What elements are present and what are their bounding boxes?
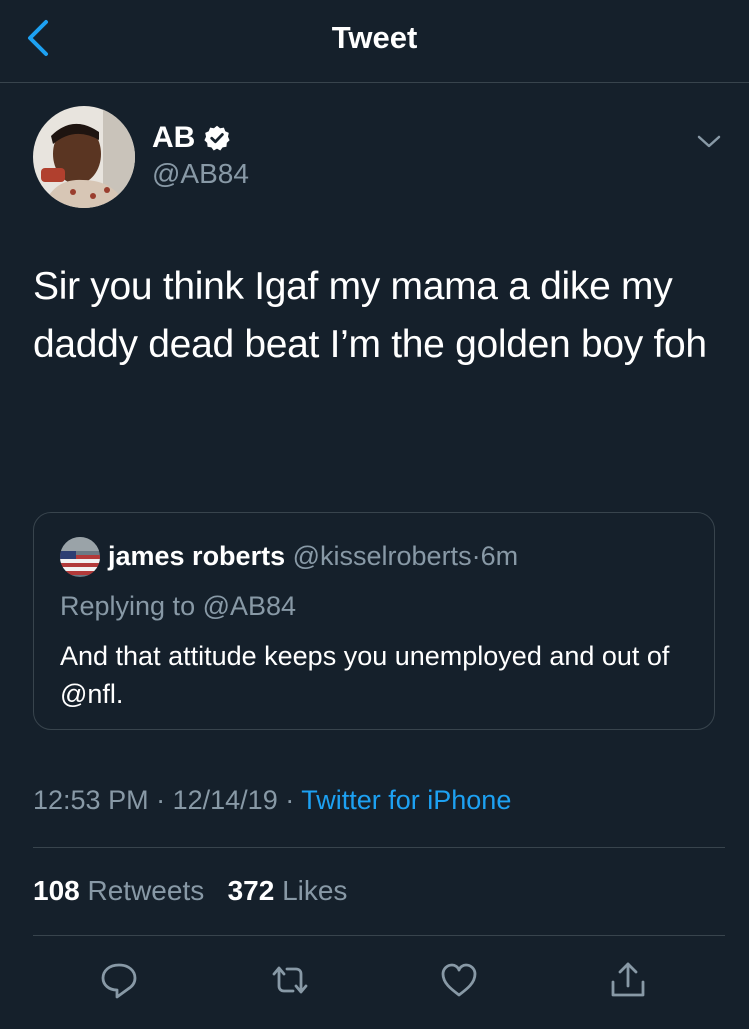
replying-handle[interactable]: @AB84 — [203, 591, 296, 621]
divider — [33, 935, 725, 936]
replying-prefix: Replying to — [60, 591, 196, 621]
replying-to: Replying to @AB84 — [60, 591, 296, 622]
retweets-count: 108 — [33, 875, 80, 906]
share-icon — [611, 962, 645, 997]
avatar[interactable] — [33, 106, 135, 208]
meta-separator: · — [156, 785, 166, 815]
retweet-icon — [272, 966, 308, 994]
share-button[interactable] — [606, 958, 650, 1002]
tweet-time: 12:53 PM — [33, 785, 149, 815]
quoted-separator: · — [471, 541, 481, 571]
divider — [33, 847, 725, 848]
author-name-text: AB — [152, 121, 196, 154]
reply-button[interactable] — [97, 958, 141, 1002]
likes-stat[interactable]: 372 Likes — [228, 875, 348, 906]
reply-icon — [101, 963, 137, 999]
retweet-button[interactable] — [268, 958, 312, 1002]
like-icon — [441, 963, 477, 997]
chevron-down-icon[interactable] — [696, 132, 722, 152]
author-name[interactable]: AB — [152, 121, 231, 155]
retweets-label: Retweets — [87, 875, 205, 906]
tweet-meta: 12:53 PM · 12/14/19 · Twitter for iPhone — [33, 785, 511, 816]
author-handle[interactable]: @AB84 — [152, 158, 249, 190]
quoted-header: james roberts @kisselroberts·6m — [108, 541, 518, 572]
quoted-tweet[interactable]: james roberts @kisselroberts·6m Replying… — [33, 512, 715, 730]
quoted-text: And that attitude keeps you unemployed a… — [60, 641, 670, 709]
meta-separator: · — [285, 785, 295, 815]
verified-badge-icon — [204, 125, 230, 151]
tweet-text: Sir you think Igaf my mama a dike my dad… — [33, 265, 707, 366]
top-bar: Tweet — [0, 0, 749, 83]
quoted-avatar[interactable] — [60, 537, 100, 577]
page-title: Tweet — [331, 20, 418, 55]
quoted-handle: @kisselroberts — [292, 541, 472, 571]
like-button[interactable] — [437, 958, 481, 1002]
likes-count: 372 — [227, 875, 275, 906]
quoted-time: 6m — [480, 541, 519, 571]
quoted-name: james roberts — [108, 541, 286, 571]
tweet-source[interactable]: Twitter for iPhone — [301, 785, 511, 815]
tweet-date: 12/14/19 — [172, 785, 278, 815]
likes-label: Likes — [282, 875, 348, 906]
tweet-stats: 108 Retweets 372 Likes — [33, 875, 347, 907]
retweets-stat[interactable]: 108 Retweets — [33, 875, 204, 906]
